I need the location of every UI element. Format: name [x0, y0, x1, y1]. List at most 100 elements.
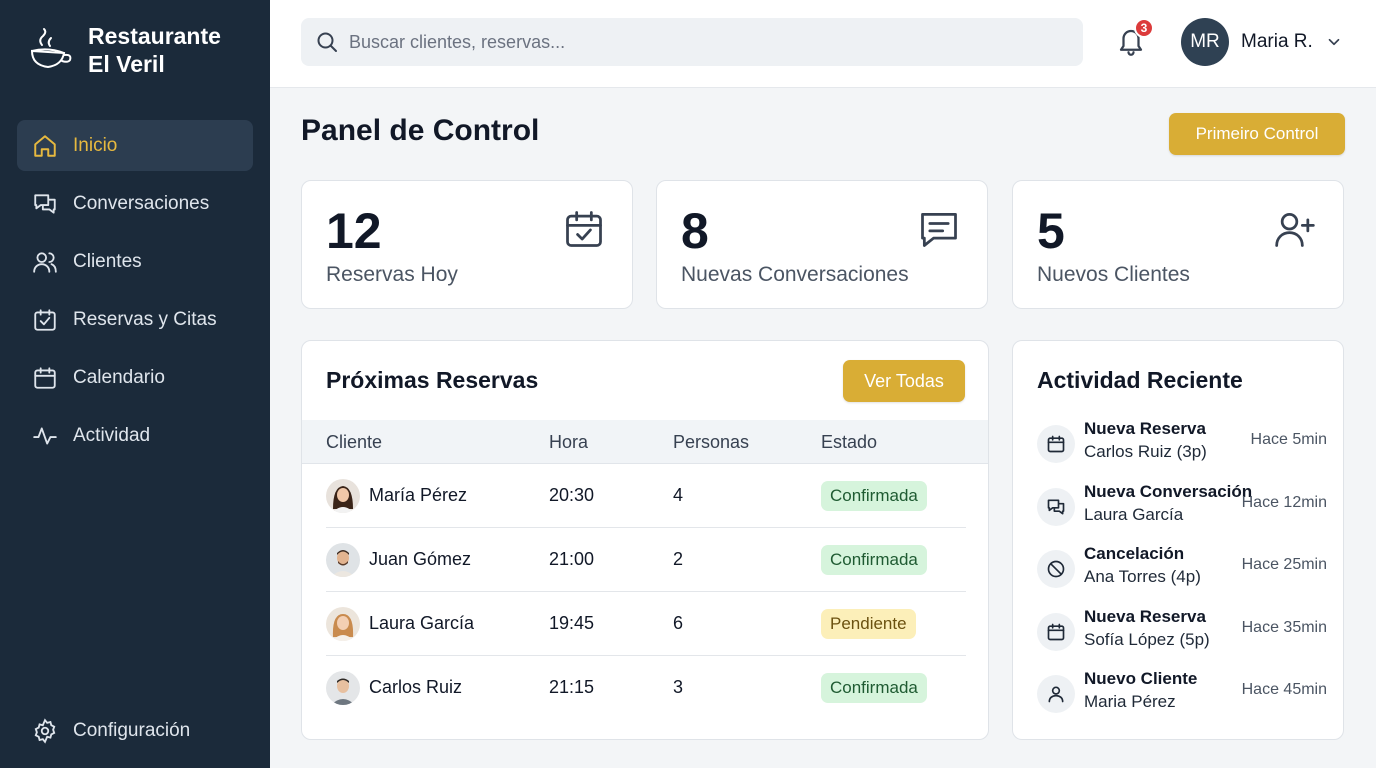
search-icon	[317, 32, 337, 52]
table-row[interactable]: María Pérez 20:30 4 Confirmada	[302, 464, 988, 528]
sidebar-item-label: Reservas y Citas	[73, 308, 217, 330]
user-name: Maria R.	[1241, 31, 1313, 52]
avatar	[326, 543, 360, 577]
avatar	[326, 607, 360, 641]
calendar-icon	[31, 364, 59, 392]
table-header: Cliente Hora Personas Estado	[302, 420, 988, 464]
brand[interactable]: Restaurante El Veril	[28, 22, 221, 78]
activity-card: Actividad Reciente Nueva Reserva Carlos …	[1012, 340, 1344, 740]
reservations-card: Próximas Reservas Ver Todas Cliente Hora…	[301, 340, 989, 740]
status-badge: Pendiente	[821, 609, 916, 639]
reservation-people: 3	[673, 677, 684, 697]
sidebar-item-label: Conversaciones	[73, 192, 210, 214]
stat-value: 5	[1037, 203, 1065, 259]
message-icon	[921, 212, 957, 247]
calendar-check-icon	[566, 211, 602, 247]
activity-item[interactable]: Nueva Reserva Sofía López (5p) Hace 35mi…	[1037, 607, 1327, 659]
cancel-icon	[1037, 550, 1075, 588]
sidebar-item-label: Actividad	[73, 424, 151, 446]
table-row[interactable]: Juan Gómez 21:00 2 Confirmada	[302, 528, 988, 592]
column-header-cliente[interactable]: Cliente	[326, 432, 382, 453]
activity-title-text: Cancelación	[1084, 544, 1185, 563]
client-name: Carlos Ruiz	[369, 677, 463, 697]
primary-control-button[interactable]: Primeiro Control	[1169, 113, 1345, 155]
user-plus-icon	[1275, 212, 1315, 247]
activity-title-text: Nueva Conversación	[1084, 482, 1253, 501]
reservation-time: 19:45	[549, 613, 595, 633]
activity-detail: Laura García	[1084, 505, 1184, 524]
status-badge: Confirmada	[821, 673, 927, 703]
stat-value: 8	[681, 203, 709, 259]
stat-label: Nuevos Clientes	[1037, 263, 1190, 286]
brand-name-line2: El Veril	[88, 51, 165, 77]
search-box[interactable]	[301, 18, 1083, 66]
sidebar-item-label: Calendario	[73, 366, 165, 388]
activity-detail: Sofía López (5p)	[1084, 630, 1210, 649]
sidebar-item-label: Clientes	[73, 250, 142, 272]
avatar	[326, 479, 360, 513]
avatar	[326, 671, 360, 705]
avatar: MR	[1181, 18, 1229, 66]
gear-icon	[31, 717, 59, 745]
chat-icon	[31, 190, 59, 218]
column-header-estado[interactable]: Estado	[821, 432, 877, 453]
calendar-icon	[1037, 425, 1075, 463]
column-header-personas[interactable]: Personas	[673, 432, 749, 453]
sidebar-item-calendario[interactable]: Calendario	[17, 352, 253, 403]
client-name: Laura García	[369, 613, 475, 633]
client-name: María Pérez	[369, 485, 468, 505]
activity-time: Hace 45min	[1241, 681, 1327, 698]
stat-card-conversaciones[interactable]: 8 Nuevas Conversaciones	[656, 180, 988, 309]
chevron-down-icon	[1328, 38, 1340, 46]
activity-time: Hace 25min	[1241, 556, 1327, 573]
activity-detail: Ana Torres (4p)	[1084, 567, 1201, 586]
activity-item[interactable]: Nuevo Cliente Maria Pérez Hace 45min	[1037, 669, 1327, 721]
sidebar-item-label: Configuración	[73, 719, 191, 741]
page-title: Panel de Control	[301, 114, 540, 147]
activity-title-text: Nueva Reserva	[1084, 419, 1206, 438]
notifications-button[interactable]: 3	[1116, 18, 1154, 62]
activity-title-text: Nuevo Cliente	[1084, 669, 1198, 688]
sidebar-item-inicio[interactable]: Inicio	[17, 120, 253, 171]
status-badge: Confirmada	[821, 545, 927, 575]
activity-item[interactable]: Nueva Conversación Laura García Hace 12m…	[1037, 482, 1327, 534]
reservation-people: 4	[673, 485, 684, 505]
stat-card-reservas[interactable]: 12 Reservas Hoy	[301, 180, 633, 309]
sidebar-item-actividad[interactable]: Actividad	[17, 410, 253, 461]
notification-count-badge: 3	[1134, 18, 1154, 38]
brand-name-line1: Restaurante	[88, 23, 221, 49]
sidebar-item-reservas[interactable]: Reservas y Citas	[17, 294, 253, 345]
user-icon	[1037, 675, 1075, 713]
home-icon	[31, 132, 59, 160]
stat-label: Nuevas Conversaciones	[681, 263, 909, 286]
table-row[interactable]: Laura García 19:45 6 Pendiente	[302, 592, 988, 656]
activity-item[interactable]: Cancelación Ana Torres (4p) Hace 25min	[1037, 544, 1327, 596]
activity-detail: Maria Pérez	[1084, 692, 1176, 711]
user-menu[interactable]: MR Maria R.	[1181, 18, 1343, 66]
sidebar-item-label: Inicio	[73, 134, 118, 156]
calendar-icon	[1037, 613, 1075, 651]
activity-item[interactable]: Nueva Reserva Carlos Ruiz (3p) Hace 5min	[1037, 419, 1327, 471]
sidebar-item-configuracion[interactable]: Configuración	[17, 705, 253, 756]
search-input[interactable]	[349, 31, 1049, 53]
table-row[interactable]: Carlos Ruiz 21:15 3 Confirmada	[302, 656, 988, 720]
reservation-time: 21:15	[549, 677, 595, 697]
sidebar-nav: Inicio Conversaciones Clientes Reservas …	[17, 120, 253, 468]
activity-title-text: Nueva Reserva	[1084, 607, 1206, 626]
activity-icon	[31, 422, 59, 450]
stat-label: Reservas Hoy	[326, 263, 458, 286]
users-icon	[31, 248, 59, 276]
activity-title: Actividad Reciente	[1037, 367, 1243, 393]
column-header-hora[interactable]: Hora	[549, 432, 588, 453]
sidebar-item-conversaciones[interactable]: Conversaciones	[17, 178, 253, 229]
restaurant-logo-icon	[30, 28, 72, 69]
sidebar-item-clientes[interactable]: Clientes	[17, 236, 253, 287]
activity-time: Hace 12min	[1241, 494, 1327, 511]
reservation-people: 6	[673, 613, 684, 633]
stat-card-clientes[interactable]: 5 Nuevos Clientes	[1012, 180, 1344, 309]
reservation-time: 20:30	[549, 485, 595, 505]
status-badge: Confirmada	[821, 481, 927, 511]
view-all-button[interactable]: Ver Todas	[843, 360, 965, 402]
reservations-title: Próximas Reservas	[326, 367, 539, 393]
client-name: Juan Gómez	[369, 549, 472, 569]
